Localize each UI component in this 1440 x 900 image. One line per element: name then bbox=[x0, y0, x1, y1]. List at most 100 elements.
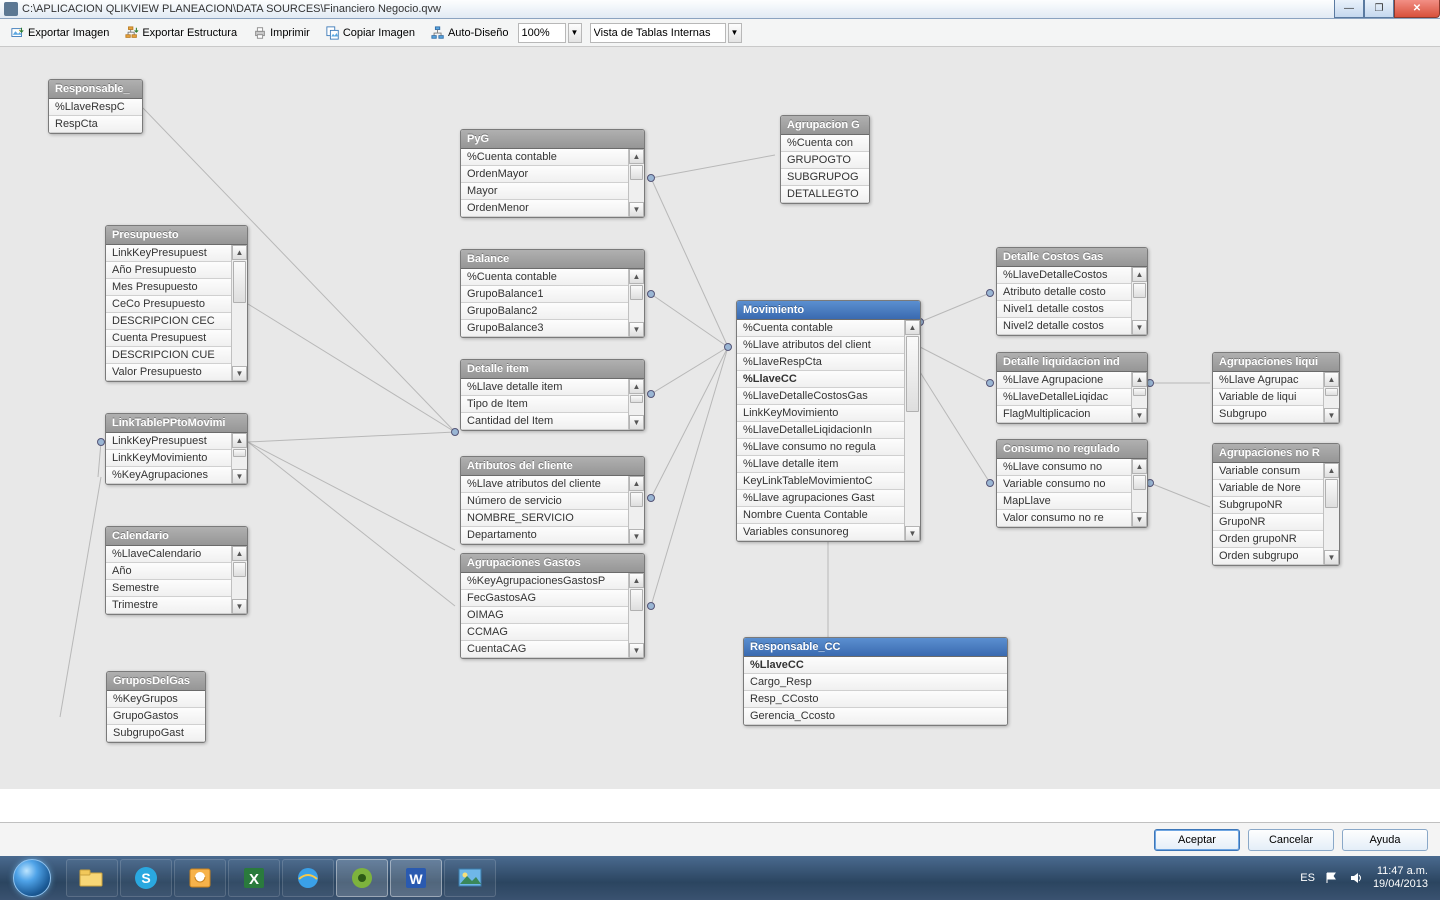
scroll-down-button[interactable]: ▼ bbox=[629, 529, 644, 544]
taskbar-qlikview[interactable] bbox=[336, 859, 388, 897]
scroll-track[interactable] bbox=[1132, 474, 1147, 512]
scroll-up-button[interactable]: ▲ bbox=[629, 476, 644, 491]
scroll-thumb[interactable] bbox=[630, 492, 643, 507]
scroll-track[interactable] bbox=[1324, 387, 1339, 408]
table-field[interactable]: OrdenMayor bbox=[461, 166, 628, 183]
table-field[interactable]: GrupoGastos bbox=[107, 708, 205, 725]
copy-image-button[interactable]: Copiar Imagen bbox=[319, 23, 422, 43]
volume-icon[interactable] bbox=[1349, 871, 1363, 885]
table-header[interactable]: Detalle Costos Gas bbox=[997, 248, 1147, 267]
table-atributos[interactable]: Atributos del cliente%Llave atributos de… bbox=[460, 456, 645, 545]
table-field[interactable]: LinkKeyPresupuest bbox=[106, 433, 231, 450]
scroll-up-button[interactable]: ▲ bbox=[1324, 372, 1339, 387]
table-field[interactable]: OrdenMenor bbox=[461, 200, 628, 217]
table-agrupgastos[interactable]: Agrupaciones Gastos%KeyAgrupacionesGasto… bbox=[460, 553, 645, 659]
table-field[interactable]: Cantidad del Item bbox=[461, 413, 628, 430]
scrollbar[interactable]: ▲▼ bbox=[628, 149, 644, 217]
table-field[interactable]: Cargo_Resp bbox=[744, 674, 1007, 691]
table-header[interactable]: Agrupaciones Gastos bbox=[461, 554, 644, 573]
table-field[interactable]: CeCo Presupuesto bbox=[106, 296, 231, 313]
table-field[interactable]: %LlaveDetalleLiqidac bbox=[997, 389, 1131, 406]
table-field[interactable]: Número de servicio bbox=[461, 493, 628, 510]
scroll-thumb[interactable] bbox=[1133, 283, 1146, 298]
scroll-up-button[interactable]: ▲ bbox=[629, 379, 644, 394]
table-field[interactable]: %KeyGrupos bbox=[107, 691, 205, 708]
taskbar-skype[interactable]: S bbox=[120, 859, 172, 897]
scroll-track[interactable] bbox=[629, 394, 644, 415]
table-field[interactable]: SubgrupoGast bbox=[107, 725, 205, 742]
scroll-thumb[interactable] bbox=[1133, 388, 1146, 396]
scroll-up-button[interactable]: ▲ bbox=[905, 320, 920, 335]
export-image-button[interactable]: Exportar Imagen bbox=[4, 23, 116, 43]
table-field[interactable]: %LlaveDetalleCostosGas bbox=[737, 388, 904, 405]
table-field[interactable]: %Llave atributos del client bbox=[737, 337, 904, 354]
table-field[interactable]: Subgrupo bbox=[1213, 406, 1323, 423]
table-consumonr[interactable]: Consumo no regulado%Llave consumo noVari… bbox=[996, 439, 1148, 528]
scroll-down-button[interactable]: ▼ bbox=[629, 643, 644, 658]
table-agrupliqui[interactable]: Agrupaciones liqui%Llave AgrupacVariable… bbox=[1212, 352, 1340, 424]
table-field[interactable]: Nivel1 detalle costos bbox=[997, 301, 1131, 318]
table-header[interactable]: PyG bbox=[461, 130, 644, 149]
taskbar-word[interactable]: W bbox=[390, 859, 442, 897]
flag-icon[interactable] bbox=[1325, 871, 1339, 885]
table-header[interactable]: Balance bbox=[461, 250, 644, 269]
scroll-down-button[interactable]: ▼ bbox=[1132, 408, 1147, 423]
table-field[interactable]: NOMBRE_SERVICIO bbox=[461, 510, 628, 527]
table-field[interactable]: %LlaveDetalleLiqidacionIn bbox=[737, 422, 904, 439]
scrollbar[interactable]: ▲▼ bbox=[628, 573, 644, 658]
table-header[interactable]: Agrupacion G bbox=[781, 116, 869, 135]
table-responsablecc[interactable]: Responsable_CC%LlaveCCCargo_RespResp_CCo… bbox=[743, 637, 1008, 726]
maximize-button[interactable]: ❐ bbox=[1364, 0, 1394, 18]
scrollbar[interactable]: ▲▼ bbox=[628, 379, 644, 430]
table-field[interactable]: CCMAG bbox=[461, 624, 628, 641]
auto-design-button[interactable]: Auto-Diseño bbox=[424, 23, 516, 43]
scroll-up-button[interactable]: ▲ bbox=[232, 433, 247, 448]
table-presupuesto[interactable]: PresupuestoLinkKeyPresupuestAño Presupue… bbox=[105, 225, 248, 382]
table-field[interactable]: GrupoNR bbox=[1213, 514, 1323, 531]
table-field[interactable]: FlagMultiplicacion bbox=[997, 406, 1131, 423]
table-header[interactable]: Responsable_CC bbox=[744, 638, 1007, 657]
scrollbar[interactable]: ▲▼ bbox=[628, 476, 644, 544]
table-field[interactable]: %LlaveRespCta bbox=[737, 354, 904, 371]
table-field[interactable]: %LlaveCalendario bbox=[106, 546, 231, 563]
scroll-thumb[interactable] bbox=[233, 449, 246, 457]
scroll-thumb[interactable] bbox=[233, 562, 246, 577]
table-field[interactable]: %Llave detalle item bbox=[737, 456, 904, 473]
table-field[interactable]: %Llave agrupaciones Gast bbox=[737, 490, 904, 507]
taskbar-outlook[interactable] bbox=[174, 859, 226, 897]
scroll-down-button[interactable]: ▼ bbox=[1324, 550, 1339, 565]
table-field[interactable]: Cuenta Presupuest bbox=[106, 330, 231, 347]
scroll-down-button[interactable]: ▼ bbox=[232, 599, 247, 614]
scrollbar[interactable]: ▲▼ bbox=[904, 320, 920, 541]
table-calendario[interactable]: Calendario%LlaveCalendarioAñoSemestreTri… bbox=[105, 526, 248, 615]
table-field[interactable]: Valor Presupuesto bbox=[106, 364, 231, 381]
table-field[interactable]: Variables consunoreg bbox=[737, 524, 904, 541]
export-struct-button[interactable]: Exportar Estructura bbox=[118, 23, 244, 43]
scroll-down-button[interactable]: ▼ bbox=[1132, 512, 1147, 527]
scroll-thumb[interactable] bbox=[630, 589, 643, 611]
table-header[interactable]: Detalle liquidacion ind bbox=[997, 353, 1147, 372]
print-button[interactable]: Imprimir bbox=[246, 23, 317, 43]
table-header[interactable]: Atributos del cliente bbox=[461, 457, 644, 476]
table-field[interactable]: Resp_CCosto bbox=[744, 691, 1007, 708]
table-field[interactable]: Mayor bbox=[461, 183, 628, 200]
scroll-thumb[interactable] bbox=[630, 395, 643, 403]
table-field[interactable]: Orden grupoNR bbox=[1213, 531, 1323, 548]
table-field[interactable]: %Llave Agrupac bbox=[1213, 372, 1323, 389]
table-responsable[interactable]: Responsable_%LlaveRespCRespCta bbox=[48, 79, 143, 134]
table-detalleitem[interactable]: Detalle item%Llave detalle itemTipo de I… bbox=[460, 359, 645, 431]
scroll-track[interactable] bbox=[629, 491, 644, 529]
table-field[interactable]: Nivel2 detalle costos bbox=[997, 318, 1131, 335]
table-detallecostos[interactable]: Detalle Costos Gas%LlaveDetalleCostosAtr… bbox=[996, 247, 1148, 336]
scroll-up-button[interactable]: ▲ bbox=[629, 149, 644, 164]
table-field[interactable]: %Llave consumo no bbox=[997, 459, 1131, 476]
scroll-track[interactable] bbox=[1132, 282, 1147, 320]
table-field[interactable]: SubgrupoNR bbox=[1213, 497, 1323, 514]
table-field[interactable]: Mes Presupuesto bbox=[106, 279, 231, 296]
table-field[interactable]: %Cuenta contable bbox=[461, 269, 628, 286]
scroll-up-button[interactable]: ▲ bbox=[232, 245, 247, 260]
scroll-track[interactable] bbox=[629, 284, 644, 322]
table-field[interactable]: GrupoBalanc2 bbox=[461, 303, 628, 320]
diagram-canvas[interactable]: Responsable_%LlaveRespCRespCta Presupuest… bbox=[0, 47, 1440, 789]
table-field[interactable]: Tipo de Item bbox=[461, 396, 628, 413]
